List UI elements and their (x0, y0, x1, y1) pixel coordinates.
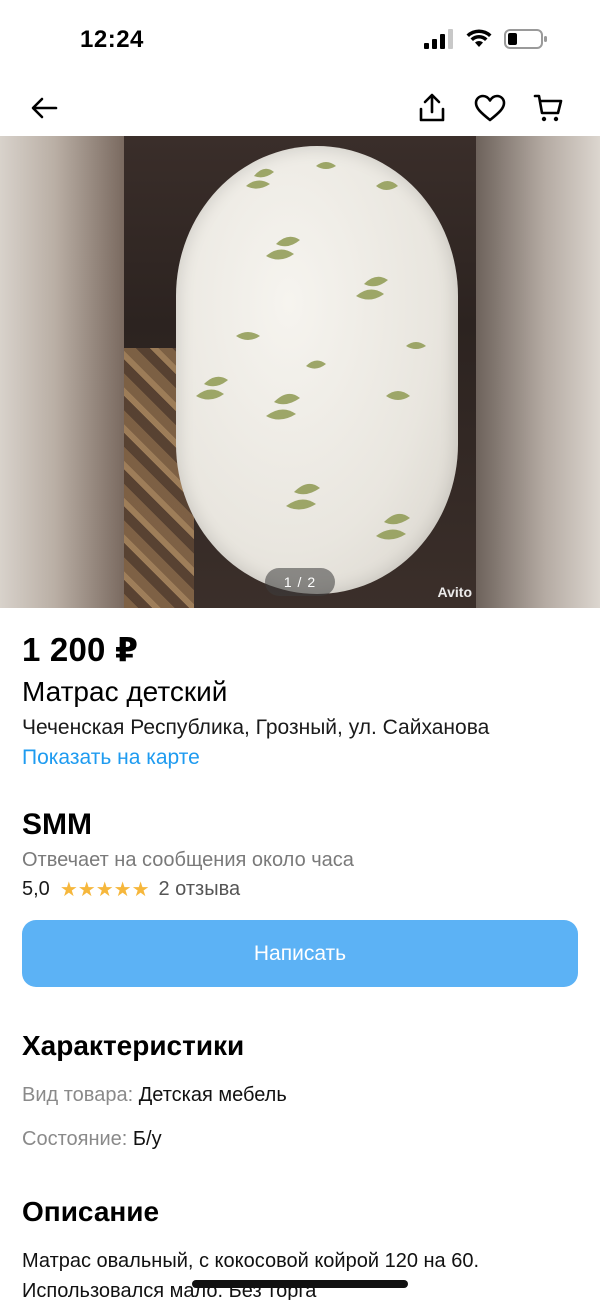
star-icon: ★ (131, 879, 150, 901)
listing-title: Матрас детский (22, 676, 228, 707)
seller-rating[interactable]: 5,0 ★ ★ ★ ★ ★ 2 отзыва (22, 877, 240, 902)
gallery-blur-right (476, 136, 600, 608)
reviews-count[interactable]: 2 отзыва (159, 878, 241, 901)
star-icon: ★ (113, 879, 132, 901)
home-indicator (192, 1280, 408, 1288)
spec-row: Состояние: Б/у (22, 1128, 162, 1151)
signal-icon (424, 29, 453, 49)
favorite-button[interactable] (468, 86, 512, 130)
spec-value: Б/у (132, 1128, 162, 1150)
show-on-map-link[interactable]: Показать на карте (22, 746, 200, 770)
spec-row: Вид товара: Детская мебель (22, 1084, 287, 1107)
cart-icon (533, 94, 563, 122)
wifi-icon (466, 29, 492, 47)
cart-button[interactable] (526, 86, 570, 130)
heart-icon (474, 94, 506, 122)
share-button[interactable] (410, 86, 454, 130)
gallery-blur-left (0, 136, 124, 608)
share-icon (419, 93, 445, 122)
status-bar: 12:24 (0, 0, 600, 80)
write-message-button[interactable]: Написать (22, 920, 578, 987)
status-icons (424, 28, 548, 50)
listing-photo[interactable] (124, 136, 476, 608)
avito-watermark: Avito (437, 584, 472, 600)
battery-icon (504, 29, 547, 49)
spec-key: Вид товара: (22, 1084, 134, 1106)
description-title: Описание (22, 1196, 160, 1227)
listing-price: 1 200 ₽ (22, 631, 139, 668)
nav-bar (0, 80, 600, 136)
rating-value: 5,0 (22, 878, 50, 900)
seller-name[interactable]: SMM (22, 808, 92, 842)
specs-title: Характеристики (22, 1030, 245, 1061)
description-text: Матрас овальный, с кокосовой койрой 120 … (22, 1250, 480, 1300)
seller-reply-time: Отвечает на сообщения около часа (22, 849, 354, 871)
spec-value: Детская мебель (138, 1084, 287, 1106)
spec-key: Состояние: (22, 1128, 128, 1150)
mattress-image (176, 146, 458, 594)
star-icon: ★ (59, 879, 78, 901)
listing-address: Чеченская Республика, Грозный, ул. Сайха… (22, 716, 490, 739)
star-icon: ★ (77, 879, 96, 901)
status-time: 12:24 (80, 26, 144, 53)
arrow-left-icon (31, 97, 58, 119)
back-button[interactable] (22, 86, 66, 130)
star-icon: ★ (95, 879, 114, 901)
gallery-pager: 1 / 2 (265, 568, 335, 596)
leaf-pattern (196, 162, 426, 540)
photo-gallery[interactable]: 1 / 2 Avito (0, 136, 600, 608)
rating-stars: ★ ★ ★ ★ ★ (59, 877, 150, 902)
